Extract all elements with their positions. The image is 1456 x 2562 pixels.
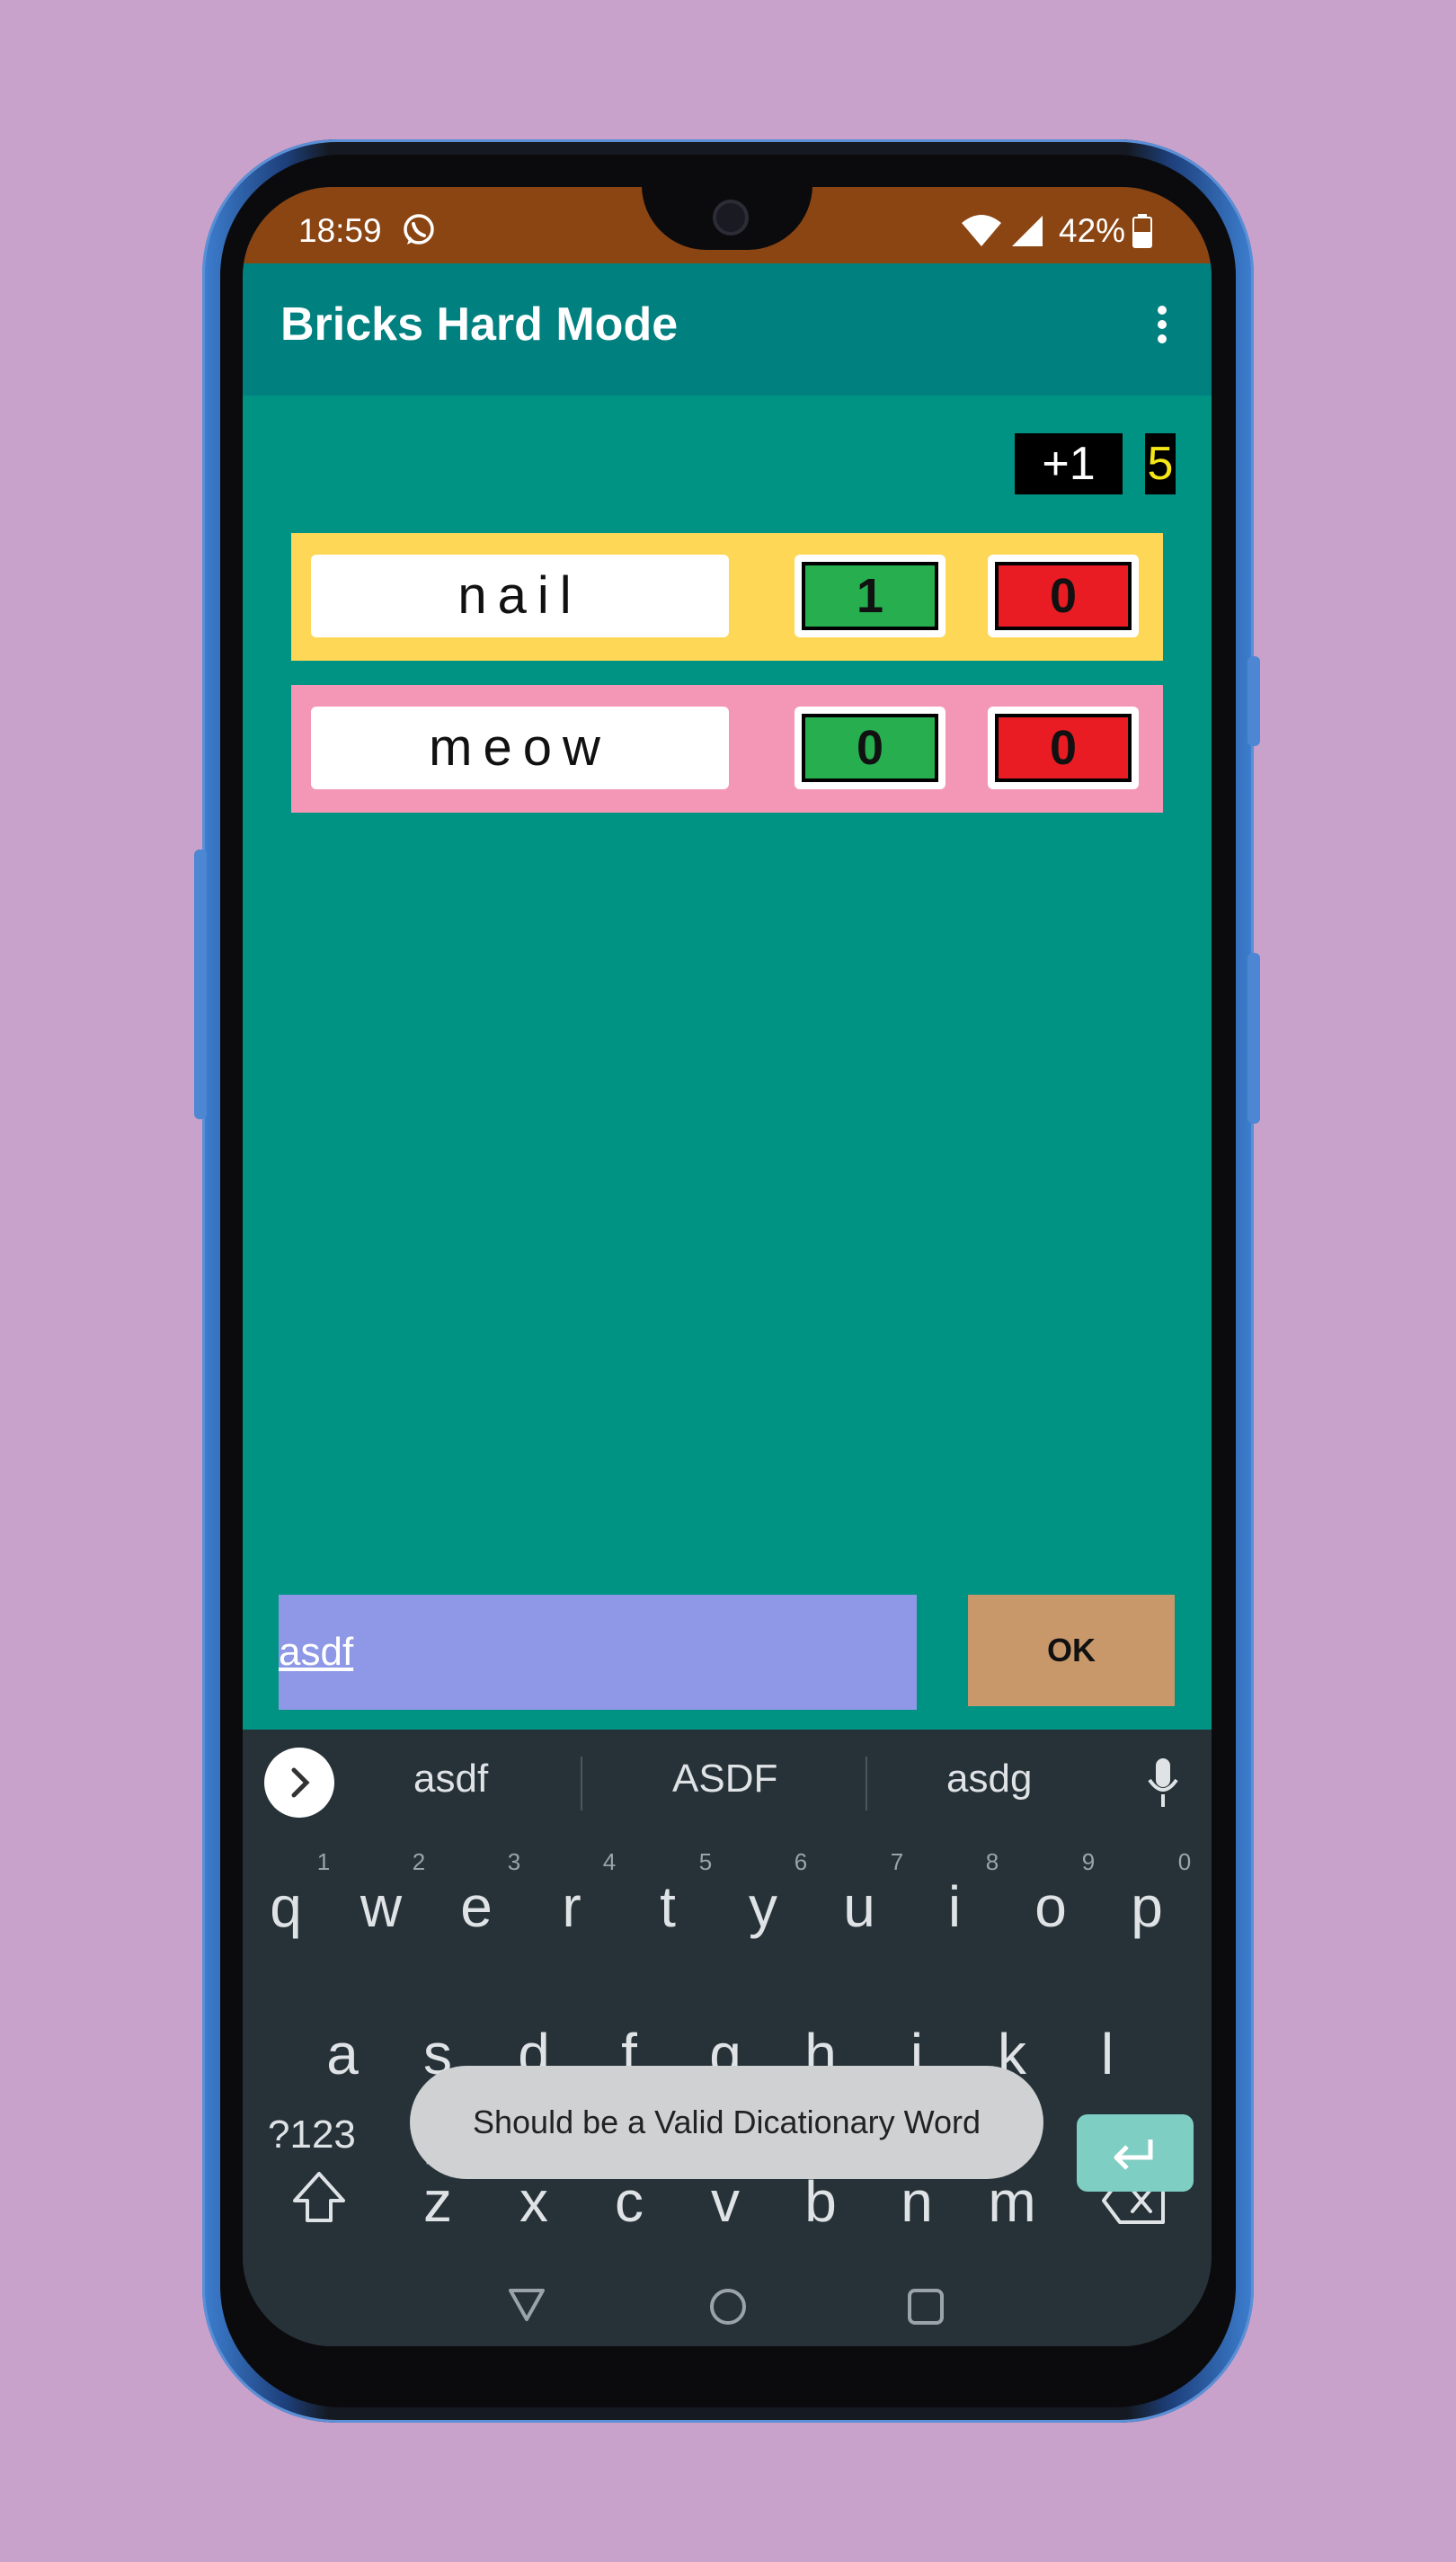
back-icon[interactable] — [507, 2285, 546, 2329]
toast-message: Should be a Valid Dicationary Word — [410, 2066, 1043, 2179]
bonus-score: +1 — [1015, 433, 1123, 494]
navigation-bar — [243, 2274, 1212, 2346]
chevron-right-icon — [291, 1767, 310, 1798]
key-hint: 3 — [507, 1848, 521, 1875]
shift-icon[interactable] — [289, 2168, 349, 2232]
key-p[interactable]: p — [1102, 1873, 1192, 1940]
misplaced-count: 0 — [995, 562, 1132, 630]
word-row: meow 0 0 — [291, 685, 1163, 813]
suggestion-bar: asdf ASDF asdg — [243, 1730, 1212, 1834]
suggestion-2[interactable]: ASDF — [672, 1757, 777, 1801]
word-cell: nail — [311, 555, 729, 637]
key-hint: 2 — [412, 1848, 426, 1875]
front-camera — [713, 200, 749, 236]
word-cell: meow — [311, 707, 729, 789]
correct-count: 0 — [802, 714, 938, 782]
ok-button[interactable]: OK — [968, 1595, 1175, 1706]
enter-icon — [1114, 2139, 1153, 2170]
suggestion-1[interactable]: asdf — [413, 1757, 488, 1801]
suggestion-3[interactable]: asdg — [946, 1757, 1032, 1801]
wifi-icon — [960, 214, 1003, 256]
enter-key[interactable] — [1077, 2114, 1194, 2192]
misplaced-count-box: 0 — [988, 555, 1139, 637]
app-title: Bricks Hard Mode — [280, 298, 679, 351]
recents-icon[interactable] — [906, 2287, 946, 2331]
status-time: 18:59 — [298, 212, 382, 249]
battery-icon — [1132, 214, 1152, 256]
key-t[interactable]: t — [623, 1873, 713, 1940]
correct-count: 1 — [802, 562, 938, 630]
suggestion-divider — [866, 1757, 867, 1810]
correct-count-box: 1 — [795, 555, 946, 637]
key-l[interactable]: l — [1062, 2021, 1152, 2087]
key-hint: 1 — [316, 1848, 331, 1875]
misplaced-count: 0 — [995, 714, 1132, 782]
signal-icon — [1010, 214, 1044, 256]
expand-toolbar-button[interactable] — [264, 1748, 334, 1818]
key-hint: 4 — [602, 1848, 617, 1875]
key-hint: 8 — [985, 1848, 999, 1875]
phone-screen: 18:59 42% Bricks Hard Mode +1 5 nail 1 0… — [243, 187, 1212, 2346]
phone-side-button — [1247, 953, 1260, 1124]
key-o[interactable]: o — [1006, 1873, 1096, 1940]
overflow-menu-icon[interactable] — [1149, 301, 1176, 355]
phone-side-button — [1247, 656, 1260, 746]
misplaced-count-box: 0 — [988, 707, 1139, 789]
key-e[interactable]: e — [431, 1873, 521, 1940]
key-q[interactable]: q — [243, 1873, 331, 1940]
suggestion-divider — [581, 1757, 582, 1810]
symbols-key[interactable]: ?123 — [268, 2113, 356, 2157]
microphone-icon[interactable] — [1145, 1757, 1181, 1815]
game-area: +1 5 nail 1 0 meow 0 0 asdf OK — [243, 396, 1212, 1730]
key-a[interactable]: a — [297, 2021, 387, 2087]
key-hint: 0 — [1177, 1848, 1192, 1875]
key-r[interactable]: r — [527, 1873, 617, 1940]
key-hint: 6 — [794, 1848, 808, 1875]
app-bar: Bricks Hard Mode — [243, 263, 1212, 396]
correct-count-box: 0 — [795, 707, 946, 789]
key-hint: 5 — [698, 1848, 713, 1875]
word-row: nail 1 0 — [291, 533, 1163, 661]
key-hint: 9 — [1081, 1848, 1096, 1875]
phone-side-button — [194, 850, 207, 1119]
total-score: 5 — [1145, 433, 1176, 494]
home-icon[interactable] — [708, 2287, 748, 2331]
battery-percent: 42% — [1059, 212, 1126, 249]
key-w[interactable]: w — [336, 1873, 426, 1940]
whatsapp-icon — [401, 212, 437, 256]
key-hint: 7 — [890, 1848, 904, 1875]
word-input[interactable]: asdf — [279, 1595, 917, 1710]
keyboard: q w e r t y u i o p 1 2 3 4 5 6 7 8 9 0 … — [243, 1834, 1212, 2274]
key-y[interactable]: y — [718, 1873, 808, 1940]
key-i[interactable]: i — [910, 1873, 999, 1940]
key-u[interactable]: u — [814, 1873, 904, 1940]
